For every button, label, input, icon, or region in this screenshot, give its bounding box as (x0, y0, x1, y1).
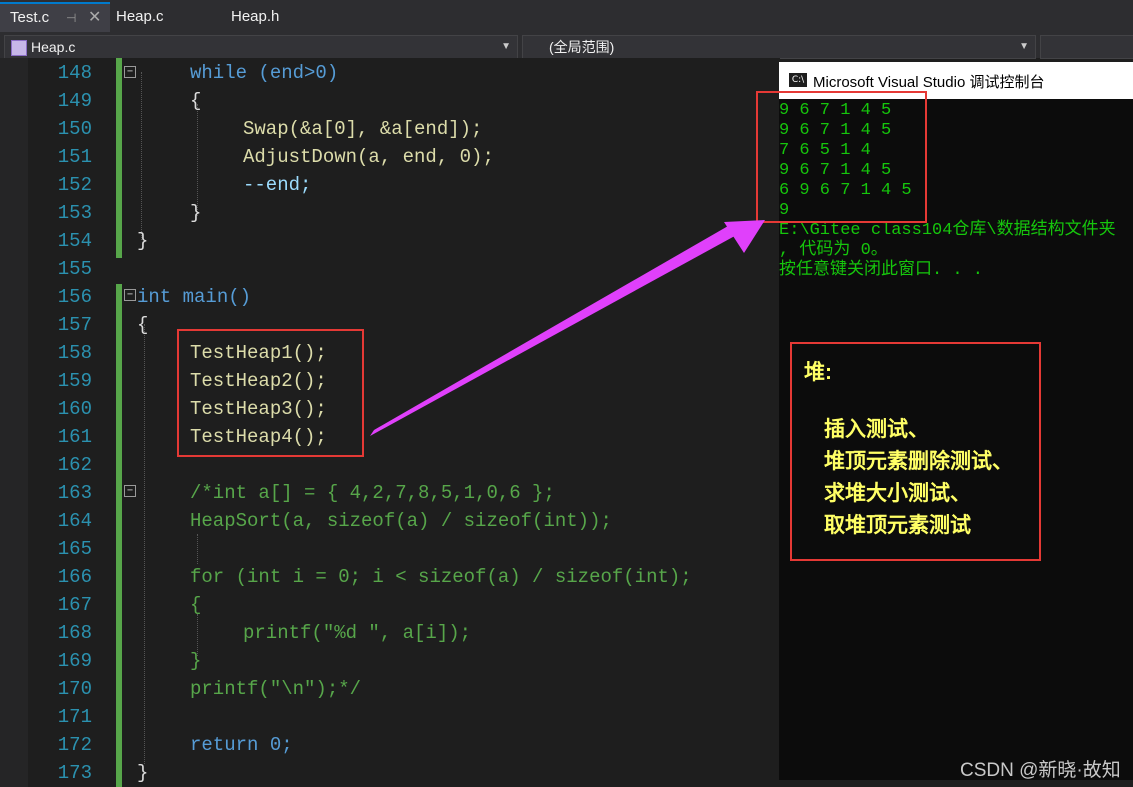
fold-toggle-icon[interactable]: − (124, 485, 136, 497)
project-file-icon (11, 40, 27, 56)
change-indicator (116, 58, 122, 258)
annotation-title: 堆: (804, 361, 832, 384)
line-number: 162 (57, 454, 92, 476)
line-number: 166 (57, 566, 92, 588)
line-number: 169 (57, 650, 92, 672)
annotation-item: 求堆大小测试、 (824, 482, 971, 505)
line-number: 172 (57, 734, 92, 756)
scope-dropdown[interactable]: (全局范围) ▼ (522, 35, 1036, 59)
fold-toggle-icon[interactable]: − (124, 66, 136, 78)
code-line: while (end>0) (190, 62, 339, 84)
code-line: int main() (137, 286, 252, 308)
indent-guide (144, 324, 145, 764)
code-line: for (int i = 0; i < sizeof(a) / sizeof(i… (190, 566, 692, 588)
line-number: 167 (57, 594, 92, 616)
line-number: 156 (57, 286, 92, 308)
tab-label: Heap.h (231, 8, 280, 25)
console-output-line: , 代码为 0。 (779, 241, 888, 260)
watermark: CSDN @新晓·故知 (960, 760, 1121, 781)
code-line: return 0; (190, 734, 293, 756)
change-indicator (116, 284, 122, 787)
tab-heap-h[interactable]: Heap.h (231, 4, 331, 30)
line-number: 161 (57, 426, 92, 448)
line-number: 173 (57, 762, 92, 784)
code-line: printf("\n");*/ (190, 678, 362, 700)
code-line: --end; (243, 174, 312, 196)
tab-heap-c[interactable]: Heap.c (116, 4, 216, 30)
code-line: { (190, 594, 202, 616)
scope-dropdown-value: (全局范围) (549, 39, 615, 55)
line-number: 151 (57, 146, 92, 168)
pin-icon[interactable]: ⊣ (66, 5, 76, 31)
file-dropdown-value: Heap.c (31, 39, 76, 55)
file-dropdown[interactable]: Heap.c ▼ (4, 35, 518, 59)
line-number: 149 (57, 90, 92, 112)
code-line: { (137, 314, 149, 336)
annotation-item: 插入测试、 (824, 418, 929, 441)
line-number: 153 (57, 202, 92, 224)
code-line: { (190, 90, 202, 112)
line-number: 164 (57, 510, 92, 532)
line-number: 150 (57, 118, 92, 140)
console-title: Microsoft Visual Studio 调试控制台 (813, 74, 1045, 91)
chevron-down-icon: ▼ (501, 41, 511, 52)
code-line: /*int a[] = { 4,2,7,8,5,1,0,6 }; (190, 482, 555, 504)
console-output-line: 按任意键关闭此窗口. . . (779, 261, 984, 280)
member-dropdown[interactable] (1040, 35, 1133, 59)
line-number: 168 (57, 622, 92, 644)
tab-bar: Test.c ⊣ ✕ Heap.c Heap.h (0, 0, 1133, 34)
code-editor[interactable]: − − − 148 149 150 151 152 153 154 155 15… (0, 58, 780, 787)
chevron-down-icon: ▼ (1019, 41, 1029, 52)
line-number: 160 (57, 398, 92, 420)
indent-guide (141, 72, 142, 240)
code-line: Swap(&a[0], &a[end]); (243, 118, 483, 140)
tab-label: Heap.c (116, 8, 164, 25)
line-number: 159 (57, 370, 92, 392)
line-number: 170 (57, 678, 92, 700)
code-line: } (190, 202, 202, 224)
code-line: } (190, 650, 202, 672)
line-number: 154 (57, 230, 92, 252)
indent-guide (197, 534, 198, 564)
fold-toggle-icon[interactable]: − (124, 289, 136, 301)
line-number: 158 (57, 342, 92, 364)
line-number: 163 (57, 482, 92, 504)
console-highlight-box (756, 91, 927, 223)
console-output-line: E:\Gitee class104仓库\数据结构文件夹 (779, 221, 1116, 240)
line-number: 157 (57, 314, 92, 336)
line-number: 165 (57, 538, 92, 560)
annotation-item: 取堆顶元素测试 (824, 514, 971, 537)
close-icon[interactable]: ✕ (88, 5, 101, 31)
annotation-item: 堆顶元素删除测试、 (824, 450, 1013, 473)
line-number: 155 (57, 258, 92, 280)
code-line: printf("%d ", a[i]); (243, 622, 472, 644)
line-number: 152 (57, 174, 92, 196)
annotation-box: 堆: 插入测试、 堆顶元素删除测试、 求堆大小测试、 取堆顶元素测试 (790, 342, 1041, 561)
code-line: } (137, 230, 149, 252)
tab-label: Test.c (10, 9, 50, 26)
line-number: 148 (57, 62, 92, 84)
code-line: HeapSort(a, sizeof(a) / sizeof(int)); (190, 510, 612, 532)
code-highlight-box (177, 329, 364, 457)
line-number: 171 (57, 706, 92, 728)
tab-test-c[interactable]: Test.c ⊣ ✕ (0, 2, 110, 32)
console-app-icon: C:\ (789, 73, 807, 87)
navigation-bar: Heap.c ▼ (全局范围) ▼ (0, 34, 1133, 59)
editor-margin (0, 58, 28, 787)
code-line: } (137, 762, 149, 784)
code-line: AdjustDown(a, end, 0); (243, 146, 494, 168)
